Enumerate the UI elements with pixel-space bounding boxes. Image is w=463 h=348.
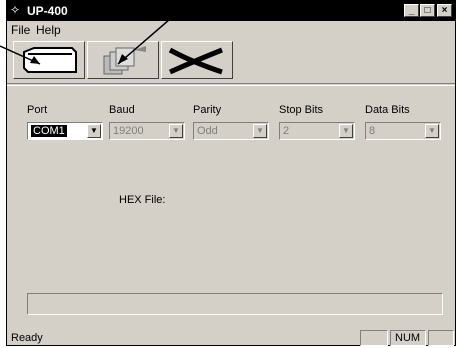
folder-open-icon [23,47,77,73]
open-button[interactable] [13,41,85,79]
status-text: Ready [11,332,43,344]
databits-value: 8 [369,125,376,137]
exit-button[interactable] [161,41,233,79]
databits-select[interactable]: 8 ▼ [365,122,441,140]
chevron-down-icon[interactable]: ▼ [253,124,267,138]
toolbar [7,39,455,84]
port-select[interactable]: COM1 ▼ [27,122,103,140]
app-window: ✧ UP-400 _ □ × File Help Port Baud Parit… [6,0,456,346]
stopbits-select[interactable]: 2 ▼ [279,122,355,140]
status-pane-empty [360,330,388,346]
window-title: UP-400 [27,4,68,18]
program-button[interactable] [87,41,159,79]
parity-label: Parity [193,104,222,116]
chevron-down-icon[interactable]: ▼ [339,124,353,138]
port-value: COM1 [31,125,67,137]
baud-value: 19200 [113,125,144,137]
close-icon: × [441,5,448,16]
menu-file[interactable]: File [11,23,30,37]
close-button[interactable]: × [437,4,452,17]
stopbits-label: Stop Bits [279,104,324,116]
hex-file-label: HEX File: [119,194,166,206]
num-indicator: NUM [390,330,426,346]
program-chip-icon [103,46,146,75]
progress-bar [27,293,443,315]
parity-value: Odd [197,125,218,137]
menu-bar: File Help [7,21,455,39]
baud-select[interactable]: 19200 ▼ [109,122,185,140]
status-bar: Ready NUM [7,327,455,347]
settings-panel: Port Baud Parity Stop Bits Data Bits COM… [7,85,455,326]
chevron-down-icon[interactable]: ▼ [425,124,439,138]
parity-select[interactable]: Odd ▼ [193,122,269,140]
status-pane-end [428,330,454,346]
databits-label: Data Bits [365,104,410,116]
exit-x-icon [168,47,223,75]
minimize-icon: _ [408,5,415,16]
maximize-icon: □ [424,5,431,16]
baud-label: Baud [109,104,135,116]
minimize-button[interactable]: _ [404,4,419,17]
maximize-button[interactable]: □ [420,4,435,17]
stopbits-value: 2 [283,125,290,137]
port-label: Port [27,104,48,116]
chevron-down-icon[interactable]: ▼ [87,124,101,138]
menu-help[interactable]: Help [36,23,61,37]
app-icon: ✧ [10,3,21,17]
chevron-down-icon[interactable]: ▼ [169,124,183,138]
title-bar[interactable]: ✧ UP-400 _ □ × [7,1,455,21]
